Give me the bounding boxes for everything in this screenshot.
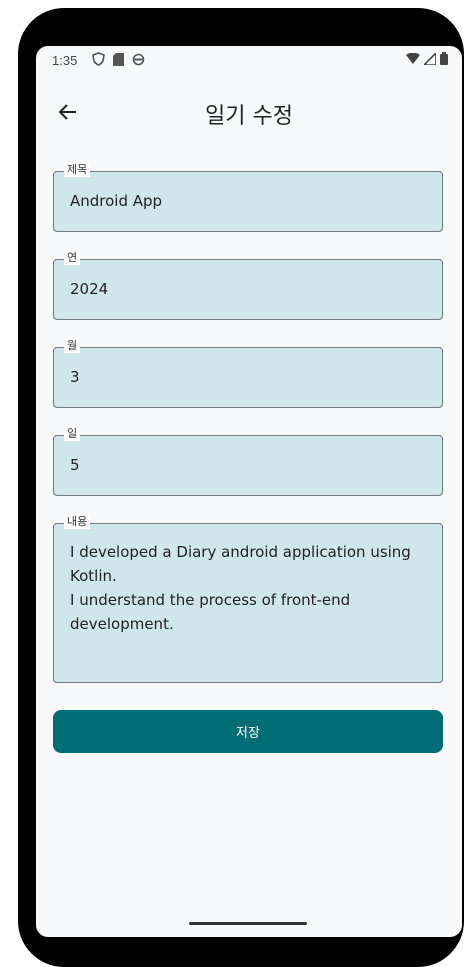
title-field-label: 제목 [64,163,91,177]
month-field-label: 월 [64,339,81,353]
day-field-label: 일 [64,427,81,441]
wifi-icon [406,52,420,64]
month-field-value[interactable]: 3 [70,368,80,386]
month-field[interactable]: 월 3 [53,339,443,408]
save-button[interactable]: 저장 [53,710,443,753]
status-bar: 1:35 [36,46,462,78]
status-left-icons [92,52,145,66]
content-field[interactable]: 내용 I developed a Diary android applicati… [53,515,443,683]
vpn-shield-icon [92,52,105,66]
app-screen: 1:35 일기 수정 제목 Android App 연 2024 월 3 일 5… [36,46,462,937]
status-right-icons [406,52,448,65]
status-time: 1:35 [52,53,78,68]
day-field-value[interactable]: 5 [70,456,80,474]
home-indicator[interactable] [189,922,307,925]
signal-icon [424,52,436,65]
year-field[interactable]: 연 2024 [53,251,443,320]
app-bar: 일기 수정 [36,90,462,134]
year-field-value[interactable]: 2024 [70,280,108,298]
day-field[interactable]: 일 5 [53,427,443,496]
title-field[interactable]: 제목 Android App [53,163,443,232]
battery-icon [440,52,448,65]
content-field-value[interactable]: I developed a Diary android application … [70,540,426,636]
sd-card-icon [113,52,124,66]
content-field-label: 내용 [64,515,91,529]
sync-icon [132,53,145,65]
year-field-label: 연 [64,251,81,265]
title-field-value[interactable]: Android App [70,192,162,210]
page-title: 일기 수정 [205,104,293,129]
